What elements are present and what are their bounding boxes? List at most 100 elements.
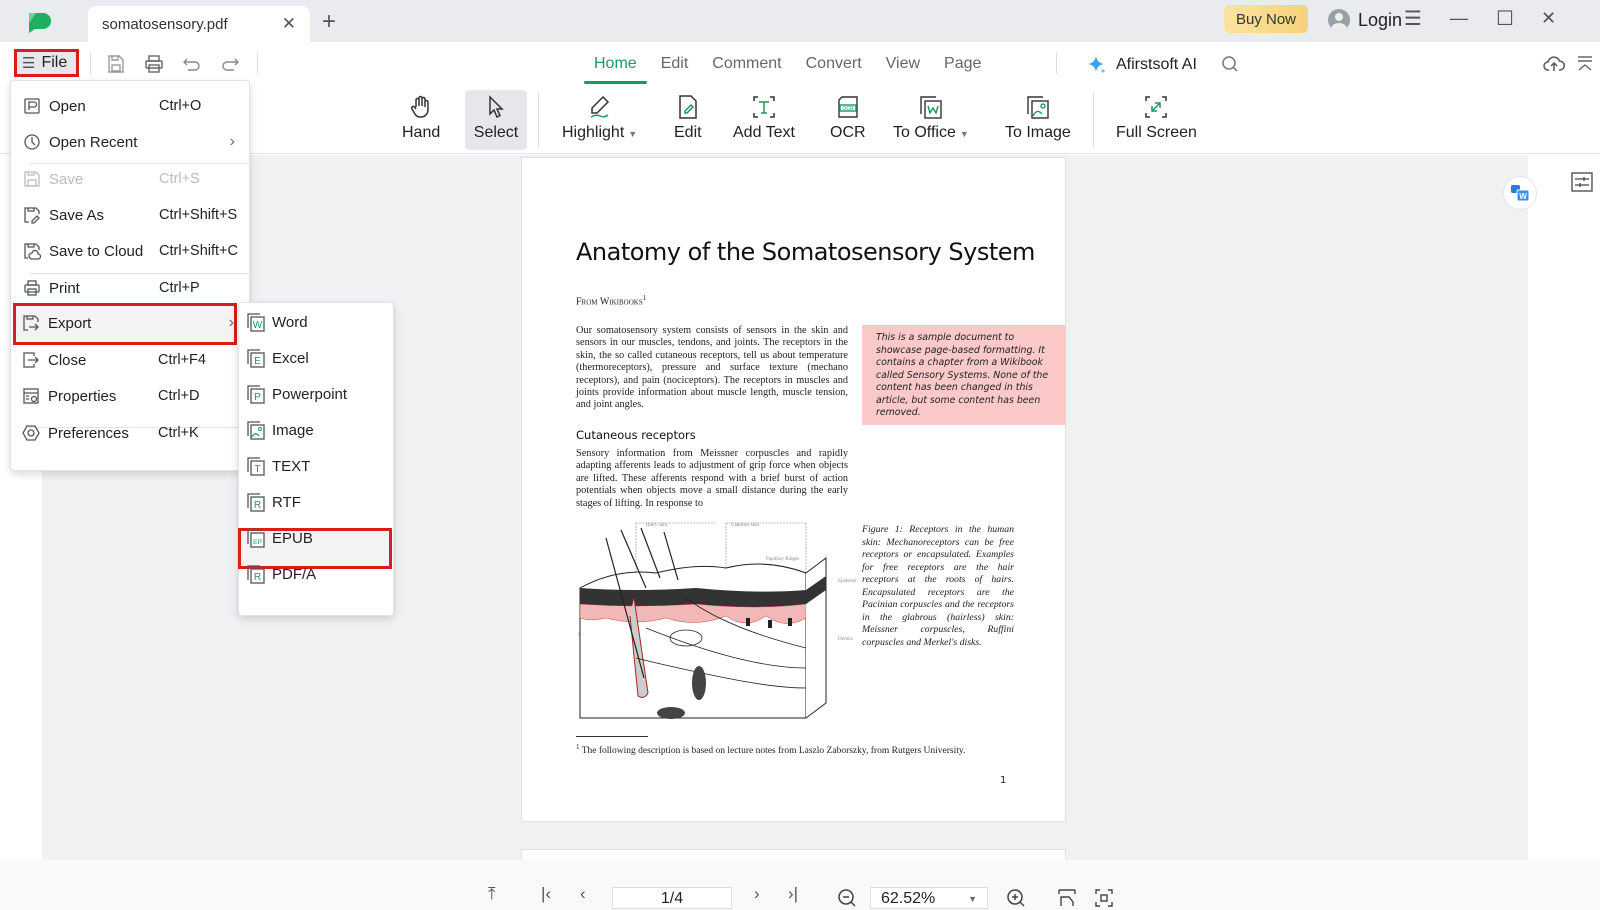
ai-assistant-button[interactable]: Afirstsoft AI xyxy=(1086,54,1197,76)
edit-label: Edit xyxy=(674,124,702,141)
collapse-ribbon-icon[interactable] xyxy=(1576,54,1594,74)
document-tab[interactable]: somatosensory.pdf ✕ xyxy=(88,6,310,42)
select-tool-button[interactable]: Select xyxy=(465,90,527,150)
export-item-excel[interactable]: E Excel xyxy=(246,342,386,374)
add-text-label: Add Text xyxy=(733,124,795,141)
tab-comment[interactable]: Comment xyxy=(700,42,793,84)
search-icon[interactable] xyxy=(1221,55,1239,73)
section-paragraph: Sensory information from Meissner corpus… xyxy=(576,448,848,509)
export-item-text[interactable]: T TEXT xyxy=(246,450,386,482)
tab-page[interactable]: Page xyxy=(932,42,993,84)
intro-paragraph: Our somatosensory system consists of sen… xyxy=(576,325,848,411)
chevron-right-icon: › xyxy=(228,314,234,331)
menu-item-export[interactable]: Export › xyxy=(14,306,246,340)
undo-icon[interactable] xyxy=(182,54,202,74)
login-label: Login xyxy=(1358,9,1403,30)
first-page-icon[interactable]: |‹ xyxy=(541,884,551,904)
maximize-button[interactable]: ☐ xyxy=(1496,6,1514,31)
full-screen-tool-button[interactable]: Full Screen xyxy=(1106,90,1207,150)
ocr-icon: OCR xyxy=(838,96,858,118)
tab-edit[interactable]: Edit xyxy=(649,42,701,84)
edit-tool-button[interactable]: Edit xyxy=(664,90,712,150)
to-word-floating-button[interactable]: W xyxy=(1503,176,1537,210)
full-screen-label: Full Screen xyxy=(1116,124,1197,141)
to-image-icon xyxy=(1027,96,1049,119)
export-item-powerpoint[interactable]: P Powerpoint xyxy=(246,378,386,410)
avatar-icon xyxy=(1328,9,1350,31)
epub-file-icon: EP xyxy=(247,529,265,548)
properties-panel-icon[interactable] xyxy=(1571,172,1593,192)
highlight-tool-button[interactable]: Highlight ▼ xyxy=(552,90,647,150)
fit-page-icon[interactable] xyxy=(1094,888,1114,908)
tab-home[interactable]: Home xyxy=(582,42,649,84)
fit-width-icon[interactable] xyxy=(1057,888,1077,908)
text-file-icon: T xyxy=(247,457,265,476)
export-item-epub[interactable]: EP EPUB xyxy=(246,522,386,554)
label-hairy-skin: Hairy skin xyxy=(646,523,667,528)
right-panel xyxy=(1528,155,1600,860)
label-glabrous-skin: Glabrous skin xyxy=(731,523,759,528)
sample-note-box: This is a sample document to showcase pa… xyxy=(862,325,1066,425)
next-page-icon[interactable]: › xyxy=(754,884,760,904)
prev-page-icon[interactable]: ‹ xyxy=(580,884,586,904)
add-text-icon xyxy=(753,96,775,118)
close-tab-icon[interactable]: ✕ xyxy=(282,14,296,34)
cloud-upload-icon[interactable] xyxy=(1543,54,1565,74)
edit-page-icon xyxy=(679,95,697,119)
last-page-icon[interactable]: ›| xyxy=(788,884,798,904)
svg-text:R: R xyxy=(254,572,261,583)
zoom-in-icon[interactable] xyxy=(1006,888,1026,908)
word-convert-icon: W xyxy=(1511,185,1530,202)
figure-caption: Figure 1: Receptors in the human skin: M… xyxy=(862,524,1014,648)
export-item-pdfa[interactable]: R PDF/A xyxy=(246,558,386,590)
add-text-tool-button[interactable]: Add Text xyxy=(723,90,805,150)
to-office-tool-button[interactable]: To Office ▼ xyxy=(883,90,979,150)
save-icon[interactable] xyxy=(106,54,126,74)
tab-convert[interactable]: Convert xyxy=(794,42,874,84)
redo-icon[interactable] xyxy=(220,54,240,74)
hand-icon xyxy=(411,95,429,118)
image-file-icon xyxy=(247,421,265,440)
svg-text:R: R xyxy=(254,500,261,511)
properties-icon xyxy=(23,388,39,404)
title-bar: somatosensory.pdf ✕ + Buy Now Login ☰ — … xyxy=(0,0,1600,42)
export-item-rtf[interactable]: R RTF xyxy=(246,486,386,518)
ocr-label: OCR xyxy=(830,124,866,141)
export-item-image[interactable]: Image xyxy=(246,414,386,446)
file-menu-button[interactable]: ☰ File xyxy=(14,49,79,77)
word-file-icon: W xyxy=(247,313,265,332)
svg-text:OCR: OCR xyxy=(842,106,854,112)
label-epidermis: Epidermis xyxy=(838,579,856,584)
minimize-button[interactable]: — xyxy=(1450,8,1468,29)
menu-item-close[interactable]: Close Ctrl+F4 xyxy=(14,343,246,377)
hand-tool-button[interactable]: Hand xyxy=(392,90,450,150)
zoom-dropdown-icon: ▼ xyxy=(968,894,977,904)
ocr-tool-button[interactable]: OCR OCR xyxy=(820,90,876,150)
menu-item-preferences[interactable]: Preferences Ctrl+K xyxy=(14,416,246,450)
close-file-icon xyxy=(23,352,39,368)
hamburger-menu-icon[interactable]: ☰ xyxy=(1404,6,1422,31)
tab-view[interactable]: View xyxy=(874,42,932,84)
file-menu-lower: Export › Close Ctrl+F4 Properties Ctrl+D Pr… xyxy=(10,80,250,471)
page-number-input[interactable]: 1/4 xyxy=(612,887,732,909)
print-icon[interactable] xyxy=(144,54,164,74)
powerpoint-file-icon: P xyxy=(247,385,265,404)
to-office-icon xyxy=(920,96,942,119)
new-tab-button[interactable]: + xyxy=(322,8,336,36)
svg-text:E: E xyxy=(254,356,261,367)
cursor-icon xyxy=(489,95,504,119)
buy-now-button[interactable]: Buy Now xyxy=(1224,5,1308,33)
export-item-word[interactable]: W Word xyxy=(246,306,386,338)
to-image-tool-button[interactable]: To Image xyxy=(995,90,1081,150)
svg-text:T: T xyxy=(254,464,260,475)
zoom-out-icon[interactable] xyxy=(837,888,857,908)
zoom-level-select[interactable]: 62.52% ▼ xyxy=(870,887,988,909)
label-papillary-ridges: Papillary Ridges xyxy=(766,557,799,562)
close-window-button[interactable]: ✕ xyxy=(1541,8,1556,29)
login-button[interactable]: Login xyxy=(1328,6,1402,34)
go-top-icon[interactable]: ⤒ xyxy=(488,884,496,904)
skin-receptors-figure: Hairy skin Glabrous skin Papillary Ridge… xyxy=(578,522,856,719)
menu-item-properties[interactable]: Properties Ctrl+D xyxy=(14,379,246,413)
app-logo-icon xyxy=(29,13,51,33)
to-office-label: To Office ▼ xyxy=(893,124,969,141)
